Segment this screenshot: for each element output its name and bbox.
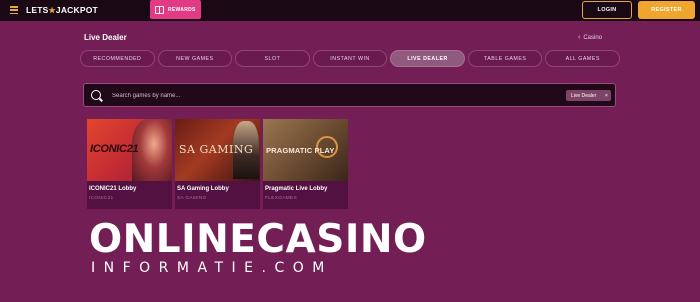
rewards-label: REWARDS [168, 6, 196, 13]
game-thumbnail-sa-gaming[interactable]: SA GAMING [175, 119, 260, 181]
tab-new-games[interactable]: New Games [157, 50, 233, 67]
game-provider: FLEXGAMES [265, 196, 298, 201]
game-provider: SA GAMING [177, 196, 207, 201]
game-card-info: Pragmatic Live Lobby FLEXGAMES [263, 181, 348, 209]
tab-table-games[interactable]: Table Games [467, 50, 543, 67]
search-bar: Live Dealer × [83, 83, 616, 107]
rewards-button[interactable]: REWARDS [150, 0, 201, 19]
search-icon[interactable] [91, 90, 101, 100]
game-grid: ICONIC21 ICONIC21 Lobby ICONIC21 SA GAMI… [87, 119, 348, 209]
logo-text-jackpot: JACKPOT [55, 5, 98, 15]
game-title[interactable]: ICONIC21 Lobby [89, 186, 169, 192]
top-navigation-bar: LETS★JACKPOT REWARDS LOGIN REGISTER [0, 0, 700, 21]
filter-chip-label: Live Dealer [571, 92, 597, 99]
game-thumbnail-iconic21[interactable]: ICONIC21 [87, 119, 172, 181]
tab-live-dealer[interactable]: Live Dealer [390, 50, 465, 67]
tab-all-games[interactable]: All Games [545, 50, 621, 67]
watermark-line1: ONLINECASINO [89, 217, 427, 262]
watermark-logo: ONLINECASINO INFORMATIE.COM [89, 217, 427, 276]
register-button[interactable]: REGISTER [638, 1, 695, 19]
thumbnail-brand-text: SA GAMING [179, 143, 254, 156]
gift-icon [155, 5, 164, 14]
thumbnail-brand-text: PRAGMATIC PLAY [266, 146, 335, 155]
tab-instant-win[interactable]: Instant Win [312, 50, 388, 67]
tab-recommended[interactable]: Recommended [80, 50, 155, 67]
page-title: Live Dealer [84, 33, 127, 42]
category-tabs: Recommended New Games Slot Instant Win L… [80, 50, 621, 67]
hamburger-menu-icon[interactable] [10, 6, 18, 14]
filter-chip-live-dealer: Live Dealer × [566, 90, 611, 101]
thumbnail-brand-text: ICONIC21 [90, 143, 139, 155]
breadcrumb-back-link[interactable]: ‹ Casino [578, 34, 602, 41]
logo-star-icon: ★ [48, 6, 56, 15]
watermark-line2: INFORMATIE.COM [91, 260, 333, 276]
game-card-info: ICONIC21 Lobby ICONIC21 [87, 181, 172, 209]
game-card-pragmatic-live[interactable]: PRAGMATIC PLAY Pragmatic Live Lobby FLEX… [263, 119, 348, 209]
chevron-left-icon: ‹ [578, 34, 581, 41]
tab-slot[interactable]: Slot [235, 50, 310, 67]
close-icon[interactable]: × [605, 93, 608, 99]
breadcrumb-label: Casino [583, 34, 603, 41]
logo-text-lets: LETS [26, 5, 49, 15]
game-provider: ICONIC21 [89, 196, 114, 201]
game-card-info: SA Gaming Lobby SA GAMING [175, 181, 260, 209]
search-input[interactable] [112, 89, 552, 102]
game-card-iconic21[interactable]: ICONIC21 ICONIC21 Lobby ICONIC21 [87, 119, 172, 209]
game-thumbnail-pragmatic-live[interactable]: PRAGMATIC PLAY [263, 119, 348, 181]
login-button[interactable]: LOGIN [582, 1, 632, 19]
game-title[interactable]: SA Gaming Lobby [177, 186, 257, 192]
game-title[interactable]: Pragmatic Live Lobby [265, 186, 345, 192]
site-logo[interactable]: LETS★JACKPOT [26, 5, 98, 15]
game-card-sa-gaming[interactable]: SA GAMING SA Gaming Lobby SA GAMING [175, 119, 260, 209]
